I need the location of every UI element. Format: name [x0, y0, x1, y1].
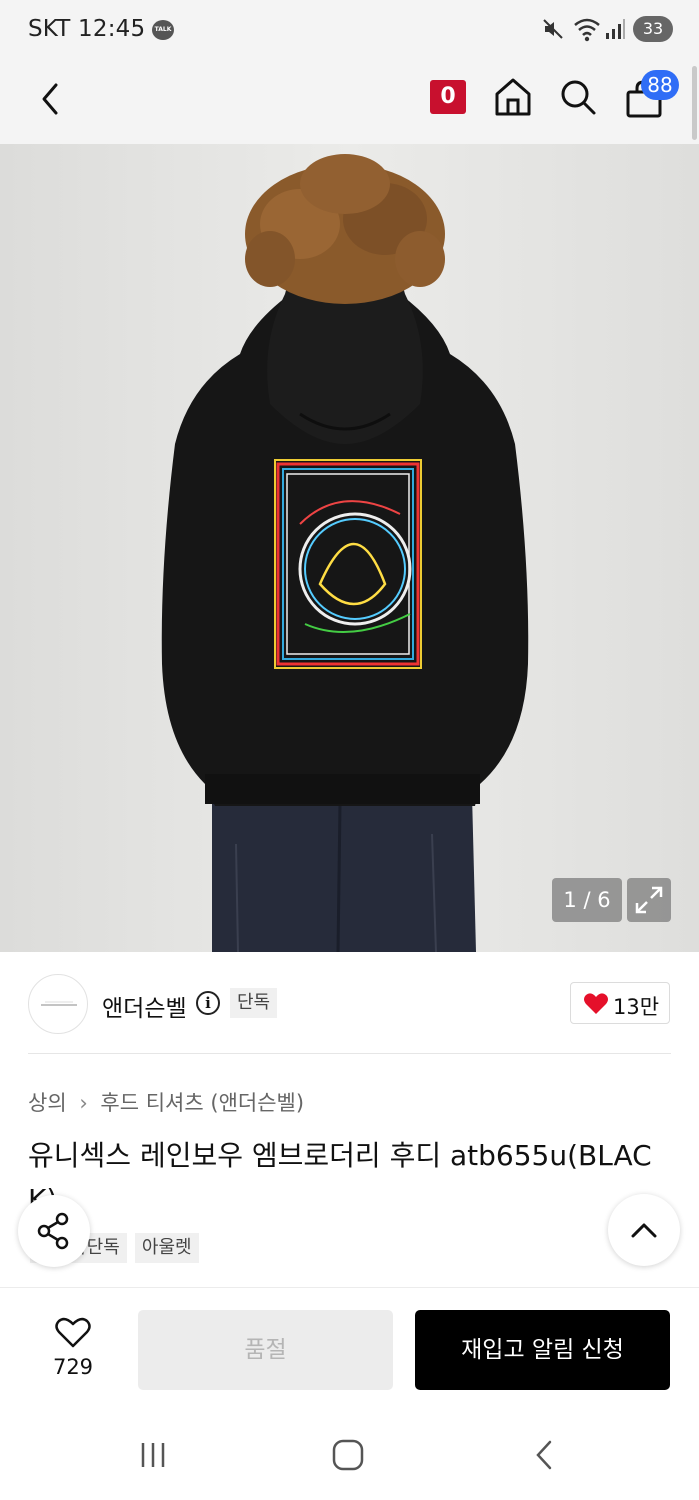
system-nav-bar: [0, 1409, 699, 1500]
product-title: 유니섹스 레인보우 엠브로더리 후디 atb655u(BLACK): [28, 1139, 652, 1216]
product-image[interactable]: [0, 144, 699, 952]
breadcrumb: 상의 › 후드 티셔츠 (앤더슨벨): [28, 1087, 304, 1117]
signal-icon: [606, 19, 625, 39]
home-icon[interactable]: [493, 76, 533, 118]
carrier-time: SKT 12:45: [28, 16, 146, 42]
brand-name[interactable]: 앤더슨벨: [102, 989, 187, 1023]
divider: [28, 1053, 671, 1054]
cart-count-badge: 88: [641, 70, 679, 100]
hoodie-photo: [0, 144, 699, 952]
back-arrow-icon[interactable]: [30, 77, 74, 121]
heart-outline-icon: [55, 1317, 91, 1348]
share-button[interactable]: [18, 1195, 90, 1267]
back-button-icon[interactable]: [530, 1437, 560, 1473]
tag-outlet: 아울렛: [134, 1233, 199, 1263]
exclusive-tag: 단독: [230, 988, 278, 1018]
wishlist-button[interactable]: 729: [40, 1313, 106, 1383]
kakaotalk-icon: TALK: [152, 20, 174, 40]
chevron-right-icon: ›: [79, 1091, 88, 1115]
breadcrumb-category[interactable]: 상의: [28, 1087, 67, 1117]
home-button-icon[interactable]: [330, 1437, 366, 1473]
heart-filled-icon: [584, 993, 608, 1014]
brand-logo[interactable]: [28, 974, 88, 1034]
status-bar: SKT 12:45 TALK 33: [0, 0, 699, 62]
brand-row: 앤더슨벨 i 단독 13만: [28, 972, 671, 1034]
chevron-up-icon: [631, 1223, 657, 1238]
brand-like-count: 13만: [613, 995, 660, 1019]
scrollbar[interactable]: [692, 66, 697, 140]
wifi-icon: [574, 18, 600, 42]
breadcrumb-subcategory[interactable]: 후드 티셔츠 (앤더슨벨): [100, 1087, 304, 1117]
share-icon: [37, 1212, 69, 1250]
recent-apps-icon[interactable]: [135, 1439, 171, 1471]
mute-icon: [543, 19, 563, 39]
brand-like-button[interactable]: 13만: [570, 982, 670, 1024]
info-icon[interactable]: i: [196, 991, 220, 1015]
restock-alert-button[interactable]: 재입고 알림 신청: [415, 1310, 670, 1390]
wishlist-count: 729: [52, 1355, 94, 1379]
soldout-button[interactable]: 품절: [138, 1310, 393, 1390]
top-nav-bar: 0 88: [0, 62, 699, 144]
expand-icon[interactable]: [627, 878, 671, 922]
brand-logo-mark: [41, 1001, 77, 1006]
point-badge[interactable]: 0: [430, 80, 466, 114]
image-counter: 1 / 6: [552, 878, 622, 922]
scroll-to-top-button[interactable]: [608, 1194, 680, 1266]
battery-indicator: 33: [633, 16, 673, 42]
search-icon[interactable]: [558, 76, 598, 118]
